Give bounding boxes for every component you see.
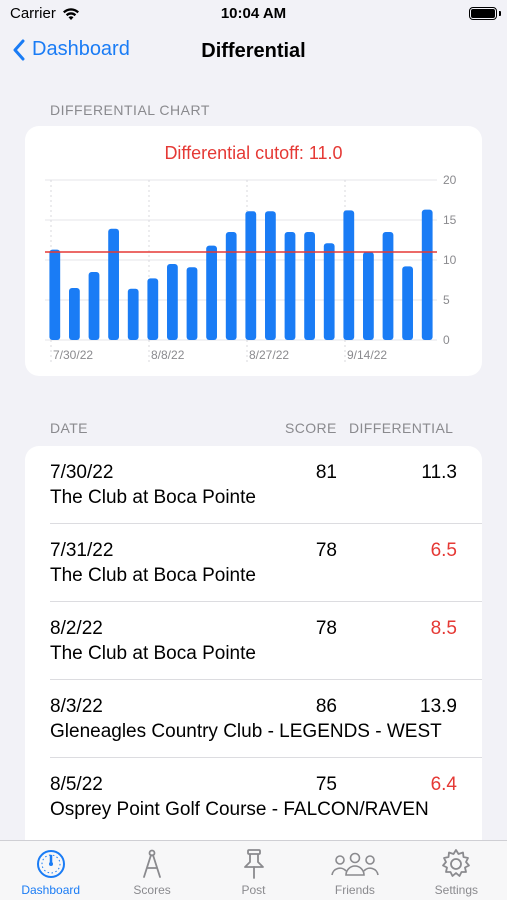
chart-bar: [186, 267, 198, 340]
chart-section-header: DIFFERENTIAL CHART: [50, 102, 210, 118]
row-date: 7/30/22: [50, 462, 114, 483]
chart-bar: [304, 232, 315, 340]
tab-label: Friends: [334, 883, 375, 897]
row-date: 8/5/22: [50, 774, 103, 795]
score-column-header: SCORE: [285, 420, 337, 436]
tab-dashboard[interactable]: Dashboard: [0, 841, 101, 900]
table-row[interactable]: 8/3/22 86 13.9 Gleneagles Country Club -…: [50, 680, 482, 758]
chart-bar: [363, 252, 374, 340]
chart-card: Differential cutoff: 11.0 0 5 10 15 20 7/30/2…: [25, 126, 482, 376]
row-course: The Club at Boca Pointe: [50, 487, 256, 508]
compass-icon: [143, 849, 162, 878]
tab-scores[interactable]: Scores: [101, 841, 202, 900]
row-score: 78: [315, 618, 337, 639]
chart-bar: [402, 266, 413, 340]
gauge-icon: [36, 850, 65, 878]
table-row[interactable]: 8/5/22 75 6.4 Osprey Point Golf Course -…: [50, 758, 482, 835]
row-date: 8/3/22: [50, 696, 103, 717]
page-title: Differential: [201, 40, 306, 62]
row-date: 8/2/22: [50, 618, 103, 639]
row-course: The Club at Boca Pointe: [50, 643, 256, 664]
status-time: 10:04 AM: [220, 5, 287, 22]
chart-bar: [382, 232, 394, 340]
table-row[interactable]: 7/30/22 81 11.3 The Club at Boca Pointe: [50, 446, 482, 524]
row-differential: 6.4: [430, 774, 457, 795]
row-score: 75: [315, 774, 337, 795]
chart-bar: [147, 278, 159, 340]
row-course: Osprey Point Golf Course - FALCON/RAVEN: [50, 799, 429, 820]
tab-settings[interactable]: Settings: [406, 841, 507, 900]
status-bar: Carrier 10:04 AM: [0, 0, 507, 30]
tab-friends[interactable]: Friends: [304, 841, 405, 900]
x-tick-label: 7/30/22: [53, 348, 93, 362]
tab-label: Settings: [434, 883, 478, 897]
row-score: 86: [315, 696, 337, 717]
row-differential: 11.3: [421, 462, 457, 483]
chart-bar: [49, 249, 61, 340]
chart-bar: [421, 209, 433, 340]
y-tick-label: 20: [443, 173, 457, 187]
y-tick-label: 5: [443, 293, 450, 307]
chart-bar: [284, 232, 296, 340]
row-differential: 6.5: [430, 540, 457, 561]
y-tick-label: 10: [443, 253, 457, 267]
y-tick-label: 15: [443, 213, 457, 227]
row-course: Gleneagles Country Club - LEGENDS - WEST: [50, 721, 442, 742]
row-score: 81: [315, 462, 337, 483]
tab-label: Scores: [133, 883, 171, 897]
chart-bar: [88, 272, 100, 340]
chart-bar: [265, 211, 276, 340]
chart-bar: [245, 211, 257, 340]
x-tick-label: 8/8/22: [151, 348, 185, 362]
navigation-bar: Dashboard Differential: [0, 30, 507, 76]
chart-bar: [206, 245, 217, 340]
tab-label: Dashboard: [21, 883, 81, 897]
y-tick-label: 0: [443, 333, 450, 347]
row-score: 78: [315, 540, 337, 561]
row-differential: 8.5: [430, 618, 457, 639]
pushpin-icon: [243, 849, 264, 879]
differential-column-header: DIFFERENTIAL: [349, 420, 454, 436]
row-date: 7/31/22: [50, 540, 114, 561]
table-row[interactable]: 8/2/22 78 8.5 The Club at Boca Pointe: [50, 602, 482, 680]
row-course: The Club at Boca Pointe: [50, 565, 256, 586]
table-row[interactable]: 7/31/22 78 6.5 The Club at Boca Pointe: [50, 524, 482, 602]
chart-bar: [108, 228, 119, 340]
x-tick-label: 9/14/22: [347, 348, 387, 362]
date-column-header: DATE: [50, 420, 88, 436]
battery-tip: [499, 11, 501, 16]
tab-bar: Dashboard Scores Post Friends Settings: [0, 840, 507, 900]
x-tick-label: 8/27/22: [249, 348, 289, 362]
tab-label: Post: [241, 883, 266, 897]
people-icon: [331, 852, 379, 876]
rounds-list: 7/30/22 81 11.3 The Club at Boca Pointe …: [25, 446, 482, 846]
tab-post[interactable]: Post: [203, 841, 304, 900]
chart-bar: [323, 243, 335, 340]
chart-bar: [225, 232, 237, 340]
chart-bar: [343, 210, 355, 340]
chart-bar: [127, 288, 139, 340]
chart-bar: [69, 288, 80, 340]
gear-icon: [442, 849, 471, 877]
chart-bar: [167, 264, 178, 340]
battery-icon: [469, 7, 497, 20]
row-differential: 13.9: [420, 696, 457, 717]
differential-chart: 0 5 10 15 20 7/30/22 8/8/22 8/27/22 9/14/22: [45, 173, 457, 364]
